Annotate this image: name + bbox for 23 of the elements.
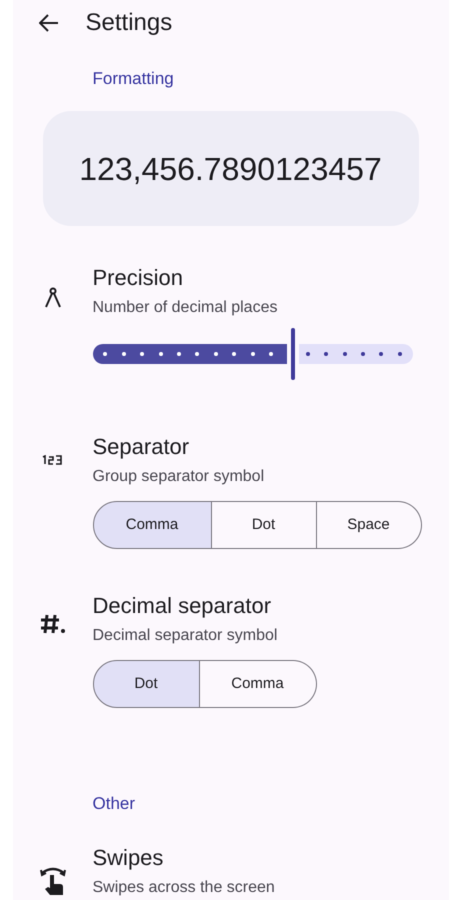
setting-title: Separator	[92, 433, 190, 461]
swipe-gesture-icon	[40, 866, 66, 896]
segment-button[interactable]: Comma	[200, 660, 316, 708]
section-header: Other	[92, 793, 136, 815]
setting-title: Swipes	[92, 844, 164, 872]
setting-title: Decimal separator	[92, 592, 272, 620]
slider-thumb[interactable]	[290, 328, 294, 380]
segment-button[interactable]: Comma	[92, 501, 212, 549]
segment-button[interactable]: Dot	[212, 501, 316, 549]
setting-description: Decimal separator symbol	[92, 626, 278, 646]
setting-description: Number of decimal places	[92, 298, 278, 318]
back-arrow-icon	[38, 14, 58, 32]
numbers-icon	[42, 455, 64, 465]
segment-button[interactable]: Space	[316, 501, 422, 549]
section-header: Formatting	[92, 68, 175, 90]
screen-title: Settings	[86, 8, 172, 38]
compass-icon	[44, 286, 62, 308]
number-preview: 123,456.7890123457	[42, 111, 418, 226]
setting-description: Swipes across the screen	[92, 878, 275, 898]
setting-title: Precision	[92, 264, 184, 292]
segment-button[interactable]: Dot	[92, 660, 200, 708]
setting-description: Group separator symbol	[92, 467, 266, 487]
hash-icon	[40, 614, 66, 634]
